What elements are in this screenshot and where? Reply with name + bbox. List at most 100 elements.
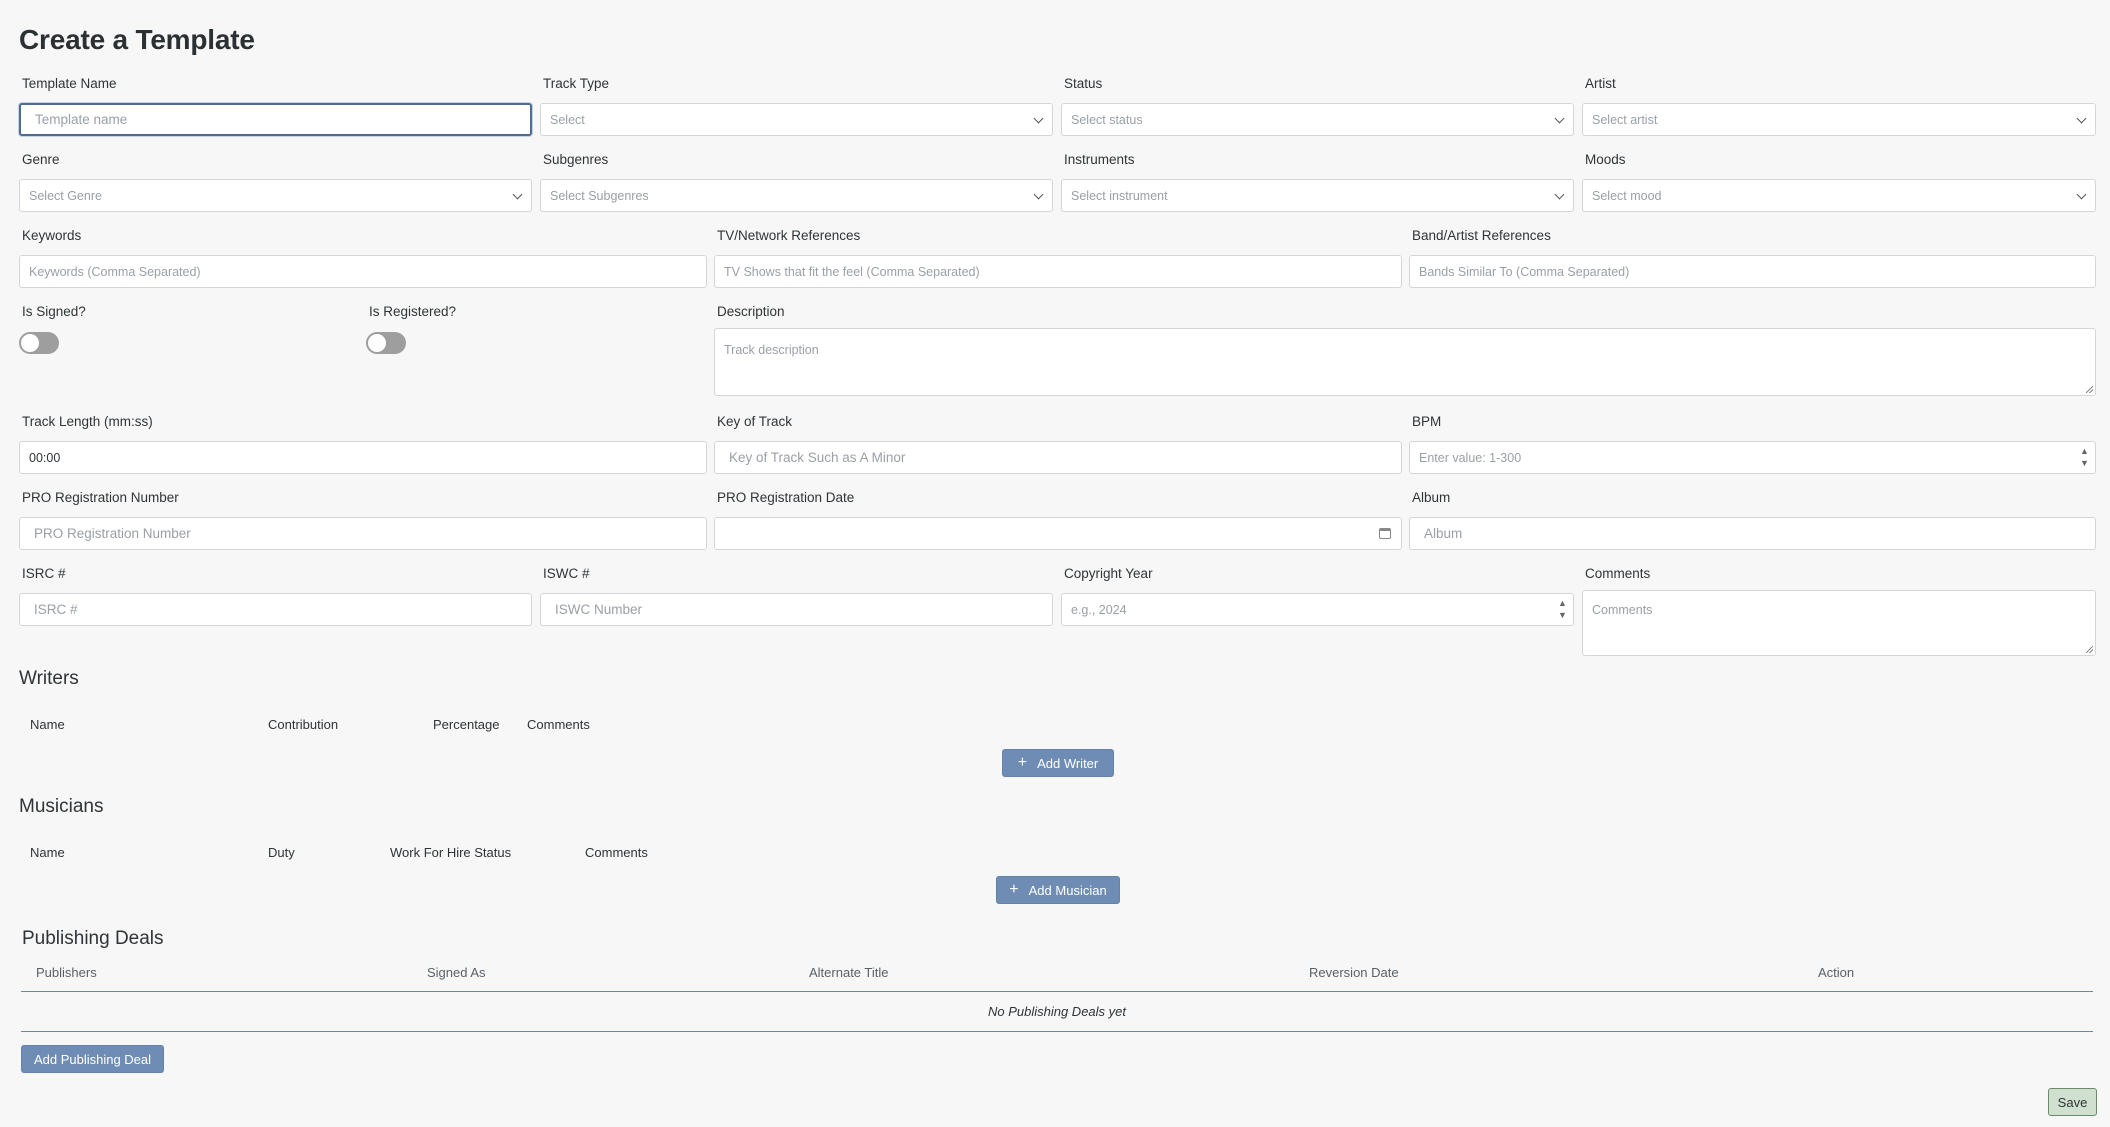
is-signed-field: Is Signed? (19, 303, 319, 363)
track-type-placeholder: Select (550, 112, 585, 127)
track-type-select[interactable]: Select (540, 103, 1053, 136)
iswc-input[interactable]: ISWC Number (540, 593, 1053, 626)
moods-field: Moods Select mood (1582, 151, 2096, 213)
pd-col-reversion-date: Reversion Date (1309, 965, 1399, 980)
key-of-track-input[interactable]: Key of Track Such as A Minor (714, 441, 1402, 474)
artist-select[interactable]: Select artist (1582, 103, 2096, 136)
description-textarea[interactable]: Track description (714, 328, 2096, 396)
copyright-year-placeholder: e.g., 2024 (1071, 602, 1127, 617)
iswc-label: ISWC # (543, 566, 590, 581)
pro-number-label: PRO Registration Number (22, 490, 179, 505)
pro-number-placeholder: PRO Registration Number (34, 526, 191, 541)
bpm-label: BPM (1412, 414, 1442, 429)
comments-label: Comments (1585, 566, 1651, 581)
keywords-field: Keywords Keywords (Comma Separated) (19, 227, 707, 289)
add-writer-button[interactable]: + Add Writer (1002, 749, 1114, 777)
tv-references-label: TV/Network References (717, 228, 861, 243)
tv-references-input[interactable]: TV Shows that fit the feel (Comma Separa… (714, 255, 1402, 288)
add-writer-label: Add Writer (1037, 755, 1099, 771)
musicians-heading: Musicians (19, 796, 104, 817)
isrc-field: ISRC # ISRC # (19, 565, 532, 627)
pro-number-field: PRO Registration Number PRO Registration… (19, 489, 707, 551)
pro-number-input[interactable]: PRO Registration Number (19, 517, 707, 550)
pd-col-action: Action (1818, 965, 1855, 980)
tv-references-placeholder: TV Shows that fit the feel (Comma Separa… (724, 264, 980, 279)
keywords-placeholder: Keywords (Comma Separated) (29, 264, 201, 279)
bpm-field: BPM Enter value: 1-300 ▲ ▼ (1409, 413, 2096, 475)
pro-date-field: PRO Registration Date (714, 489, 1402, 551)
writers-col-contribution: Contribution (268, 717, 339, 732)
musicians-col-name: Name (30, 845, 65, 860)
template-name-field: Template Name Template name (19, 75, 532, 137)
album-input[interactable]: Album (1409, 517, 2096, 550)
copyright-year-input[interactable]: e.g., 2024 ▲ ▼ (1061, 593, 1574, 626)
is-signed-toggle[interactable] (19, 332, 59, 354)
subgenres-field: Subgenres Select Subgenres (540, 151, 1053, 213)
description-placeholder: Track description (724, 343, 819, 357)
isrc-input[interactable]: ISRC # (19, 593, 532, 626)
calendar-icon[interactable] (1379, 528, 1391, 539)
pd-col-publishers: Publishers (36, 965, 97, 980)
instruments-placeholder: Select instrument (1071, 188, 1168, 203)
key-of-track-label: Key of Track (717, 414, 793, 429)
template-name-input[interactable]: Template name (19, 103, 532, 136)
pro-date-input[interactable] (714, 517, 1402, 550)
album-label: Album (1412, 490, 1451, 505)
add-publishing-deal-button[interactable]: Add Publishing Deal (21, 1045, 164, 1073)
template-name-placeholder: Template name (35, 112, 128, 127)
pro-date-label: PRO Registration Date (717, 490, 855, 505)
instruments-field: Instruments Select instrument (1061, 151, 1574, 213)
comments-textarea[interactable]: Comments (1582, 590, 2096, 656)
status-select[interactable]: Select status (1061, 103, 1574, 136)
subgenres-placeholder: Select Subgenres (550, 188, 649, 203)
table-header-row: Publishers Signed As Alternate Title Rev… (21, 958, 2093, 992)
comments-field: Comments Comments (1582, 565, 2096, 660)
isrc-label: ISRC # (22, 566, 66, 581)
status-label: Status (1064, 76, 1103, 91)
tv-references-field: TV/Network References TV Shows that fit … (714, 227, 1402, 289)
save-button[interactable]: Save (2048, 1088, 2097, 1116)
number-spinner-icon[interactable]: ▲ ▼ (1558, 597, 1567, 623)
number-spinner-icon[interactable]: ▲ ▼ (2080, 445, 2089, 471)
artist-label: Artist (1585, 76, 1616, 91)
moods-placeholder: Select mood (1592, 188, 1662, 203)
band-references-input[interactable]: Bands Similar To (Comma Separated) (1409, 255, 2096, 288)
status-placeholder: Select status (1071, 112, 1143, 127)
album-placeholder: Album (1424, 526, 1463, 541)
writers-col-name: Name (30, 717, 65, 732)
band-references-field: Band/Artist References Bands Similar To … (1409, 227, 2096, 289)
plus-icon: + (1009, 881, 1019, 898)
writers-heading: Writers (19, 668, 79, 689)
add-musician-button[interactable]: + Add Musician (996, 876, 1120, 904)
genre-select[interactable]: Select Genre (19, 179, 532, 212)
is-signed-label: Is Signed? (22, 304, 86, 319)
is-registered-toggle[interactable] (366, 332, 406, 354)
genre-label: Genre (22, 152, 60, 167)
chevron-down-icon (1554, 189, 1565, 200)
status-field: Status Select status (1061, 75, 1574, 137)
publishing-deals-table: Publishers Signed As Alternate Title Rev… (21, 958, 2093, 1032)
page-title: Create a Template (19, 24, 255, 55)
resize-grip-icon[interactable] (2086, 646, 2093, 653)
track-length-field: Track Length (mm:ss) 00:00 (19, 413, 707, 475)
toggle-knob (21, 334, 39, 352)
chevron-down-icon (1554, 113, 1565, 124)
track-length-input[interactable]: 00:00 (19, 441, 707, 474)
description-label: Description (717, 304, 785, 319)
subgenres-select[interactable]: Select Subgenres (540, 179, 1053, 212)
chevron-down-icon (1033, 189, 1044, 200)
pd-col-signed-as: Signed As (427, 965, 486, 980)
bpm-input[interactable]: Enter value: 1-300 ▲ ▼ (1409, 441, 2096, 474)
iswc-field: ISWC # ISWC Number (540, 565, 1053, 627)
artist-field: Artist Select artist (1582, 75, 2096, 137)
chevron-down-icon (512, 189, 523, 200)
keywords-input[interactable]: Keywords (Comma Separated) (19, 255, 707, 288)
chevron-down-icon (2076, 189, 2087, 200)
resize-grip-icon[interactable] (2086, 386, 2093, 393)
instruments-select[interactable]: Select instrument (1061, 179, 1574, 212)
moods-select[interactable]: Select mood (1582, 179, 2096, 212)
add-musician-label: Add Musician (1028, 882, 1107, 898)
writers-col-comments: Comments (527, 717, 590, 732)
is-registered-label: Is Registered? (369, 304, 457, 319)
plus-icon: + (1017, 754, 1028, 771)
